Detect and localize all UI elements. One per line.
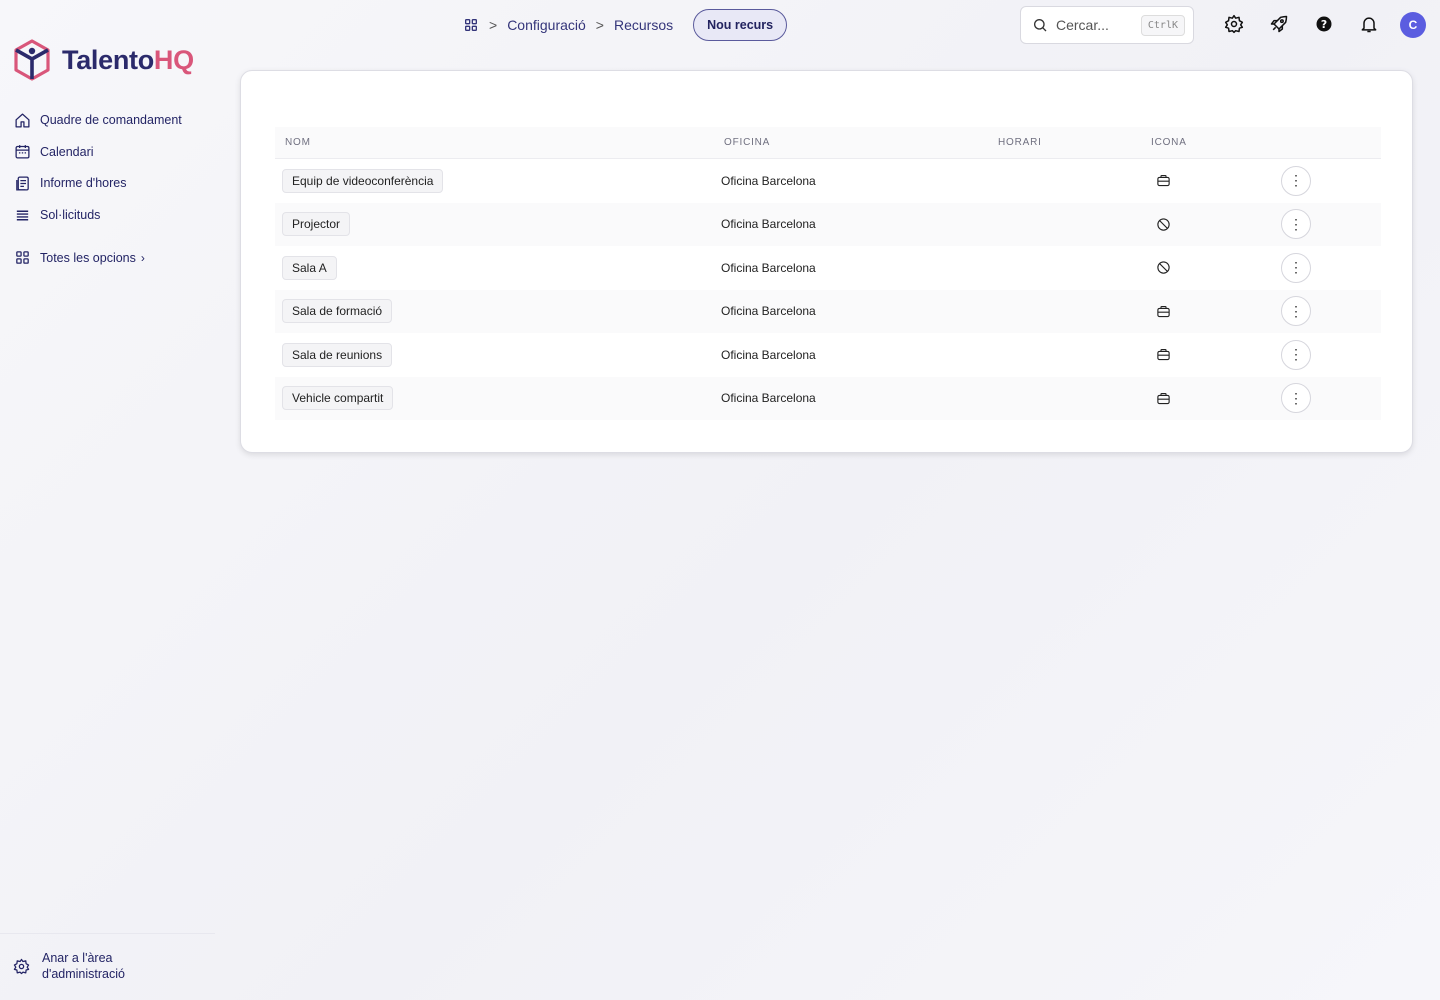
- office-cell: Oficina Barcelona: [721, 260, 816, 275]
- admin-area-link[interactable]: Anar a l'àrea d'administració: [0, 933, 215, 982]
- search-placeholder: Cercar...: [1056, 17, 1109, 33]
- column-header-nom[interactable]: NOM: [275, 137, 721, 148]
- sidebar-item-hours-report[interactable]: Informe d'hores: [14, 173, 214, 193]
- office-cell: Oficina Barcelona: [721, 217, 816, 232]
- briefcase-icon: [1149, 391, 1281, 406]
- admin-label-line1: Anar a l'àrea: [42, 951, 113, 965]
- breadcrumb-recursos[interactable]: Recursos: [614, 17, 673, 33]
- sidebar-item-calendar[interactable]: Calendari: [14, 142, 214, 162]
- table-row[interactable]: Sala de formació Oficina Barcelona ⋮: [275, 289, 1381, 333]
- table-row[interactable]: Vehicle compartit Oficina Barcelona ⋮: [275, 376, 1381, 420]
- column-header-oficina[interactable]: OFICINA: [721, 137, 998, 148]
- search-box[interactable]: Cercar... CtrlK: [1020, 6, 1194, 44]
- office-cell: Oficina Barcelona: [721, 391, 816, 406]
- sidebar-item-all-options[interactable]: Totes les opcions ›: [14, 248, 214, 268]
- search-icon: [1034, 19, 1047, 32]
- column-header-icona[interactable]: ICONA: [1149, 137, 1281, 148]
- sidebar-item-dashboard[interactable]: Quadre de comandament: [14, 110, 214, 130]
- top-actions: ?: [1220, 10, 1383, 38]
- briefcase-icon: [1149, 173, 1281, 188]
- row-actions-button[interactable]: ⋮: [1281, 209, 1311, 240]
- home-icon: [15, 112, 30, 128]
- launch-button[interactable]: [1265, 10, 1293, 38]
- table-body: Equip de videoconferència Oficina Barcelo…: [275, 159, 1381, 420]
- admin-area-label: Anar a l'àrea d'administració: [42, 950, 125, 982]
- sidebar-item-requests[interactable]: Sol·licituds: [14, 205, 214, 225]
- resources-table: NOM OFICINA HORARI ICONA Equip de videoc…: [275, 127, 1381, 420]
- table-row[interactable]: Equip de videoconferència Oficina Barcelo…: [275, 159, 1381, 203]
- list-icon: [16, 210, 29, 221]
- resource-name-tag[interactable]: Sala de reunions: [282, 342, 393, 367]
- sidebar: TalentoHQ Quadre de comandament Calendar…: [0, 0, 215, 1000]
- brand-logo[interactable]: TalentoHQ: [12, 38, 194, 82]
- briefcase-icon: [1149, 347, 1281, 362]
- rocket-icon: [1270, 15, 1288, 33]
- sidebar-item-label: Calendari: [40, 144, 94, 159]
- sidebar-nav: Quadre de comandament Calendari Informe …: [14, 110, 214, 279]
- sidebar-item-label: Sol·licituds: [40, 208, 101, 223]
- breadcrumb: > Configuració > Recursos Nou recurs: [463, 9, 788, 41]
- resource-name-tag[interactable]: Vehicle compartit: [282, 386, 394, 411]
- sidebar-item-label: Quadre de comandament: [40, 113, 182, 127]
- briefcase-icon: [1149, 304, 1281, 319]
- row-actions-button[interactable]: ⋮: [1281, 252, 1311, 283]
- help-icon: ?: [1316, 16, 1332, 32]
- brand-name-part2: HQ: [153, 44, 194, 75]
- row-actions-button[interactable]: ⋮: [1281, 165, 1311, 196]
- office-cell: Oficina Barcelona: [721, 173, 816, 188]
- table-row[interactable]: Projector Oficina Barcelona ⋮: [275, 202, 1381, 246]
- table-header: NOM OFICINA HORARI ICONA: [275, 127, 1381, 159]
- grid-icon: [16, 251, 29, 265]
- apps-grid-icon[interactable]: [463, 17, 479, 33]
- sidebar-item-label: Informe d'hores: [40, 176, 127, 191]
- avatar[interactable]: C: [1400, 12, 1426, 38]
- column-header-horari[interactable]: HORARI: [998, 137, 1149, 148]
- svg-text:?: ?: [1321, 18, 1327, 31]
- settings-button[interactable]: [1220, 10, 1248, 38]
- resource-name-tag[interactable]: Sala de formació: [282, 299, 393, 324]
- office-cell: Oficina Barcelona: [721, 347, 816, 362]
- table-row[interactable]: Sala A Oficina Barcelona ⋮: [275, 246, 1381, 290]
- resource-name-tag[interactable]: Projector: [282, 212, 351, 237]
- breadcrumb-configuracio[interactable]: Configuració: [507, 17, 586, 33]
- office-cell: Oficina Barcelona: [721, 304, 816, 319]
- sidebar-item-label: Totes les opcions: [40, 250, 136, 265]
- notifications-button[interactable]: [1355, 10, 1383, 38]
- chevron-right-icon: ›: [140, 250, 145, 265]
- breadcrumb-separator: >: [489, 17, 498, 33]
- search-shortcut: CtrlK: [1140, 14, 1185, 36]
- gear-icon: [1224, 14, 1244, 34]
- help-button[interactable]: ?: [1310, 10, 1338, 38]
- ban-icon: [1149, 260, 1281, 275]
- resource-name-tag[interactable]: Sala A: [282, 255, 337, 280]
- ban-icon: [1149, 217, 1281, 232]
- row-actions-button[interactable]: ⋮: [1281, 383, 1311, 414]
- brand-name: TalentoHQ: [62, 45, 194, 76]
- cube-logo-icon: [14, 39, 50, 81]
- calendar-icon: [15, 145, 30, 159]
- admin-label-line2: d'administració: [42, 967, 125, 981]
- gear-icon: [13, 958, 30, 974]
- row-actions-button[interactable]: ⋮: [1281, 296, 1311, 327]
- bell-icon: [1361, 17, 1377, 33]
- brand-name-part1: Talento: [62, 44, 154, 75]
- resource-name-tag[interactable]: Equip de videoconferència: [282, 168, 444, 193]
- resources-card: NOM OFICINA HORARI ICONA Equip de videoc…: [240, 70, 1413, 453]
- new-resource-button[interactable]: Nou recurs: [693, 9, 788, 41]
- row-actions-button[interactable]: ⋮: [1281, 339, 1311, 370]
- report-icon: [16, 176, 29, 191]
- table-row[interactable]: Sala de reunions Oficina Barcelona ⋮: [275, 333, 1381, 377]
- breadcrumb-separator: >: [595, 17, 604, 33]
